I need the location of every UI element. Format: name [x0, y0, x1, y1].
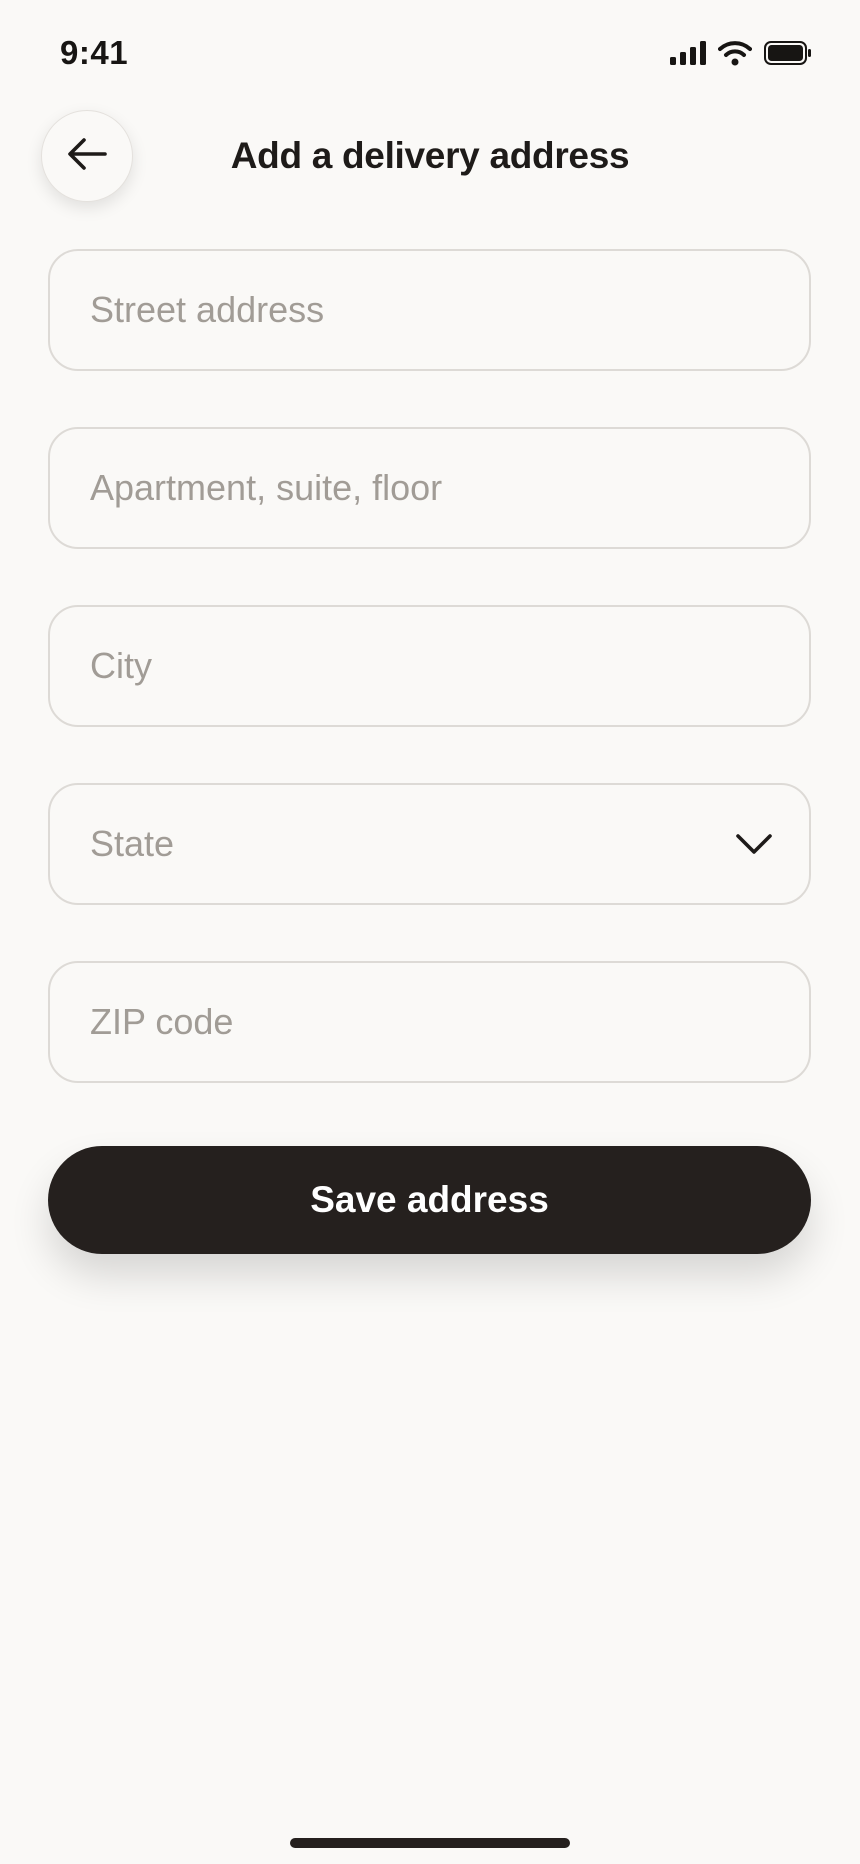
home-indicator [290, 1838, 570, 1848]
state-select[interactable]: State [48, 783, 811, 905]
wifi-icon [718, 40, 752, 66]
state-select-placeholder: State [90, 823, 175, 864]
street-address-input[interactable] [90, 251, 773, 369]
page-title: Add a delivery address [230, 135, 630, 176]
battery-icon [764, 41, 812, 65]
city-input[interactable] [90, 607, 773, 725]
save-address-button[interactable]: Save address [48, 1146, 811, 1254]
add-address-screen: 9:41 Add a delivery address Street addre… [0, 0, 860, 1864]
city-field[interactable] [48, 605, 811, 727]
apartment-field[interactable] [48, 427, 811, 549]
street-address-field[interactable] [48, 249, 811, 371]
apartment-input[interactable] [90, 429, 773, 547]
status-time: 9:41 [60, 34, 129, 71]
status-bar: 9:41 [0, 0, 860, 100]
zip-code-input[interactable] [90, 963, 773, 1081]
chevron-down-icon [735, 833, 773, 855]
status-icons [670, 38, 812, 68]
zip-code-field[interactable] [48, 961, 811, 1083]
cellular-signal-icon [670, 41, 706, 65]
